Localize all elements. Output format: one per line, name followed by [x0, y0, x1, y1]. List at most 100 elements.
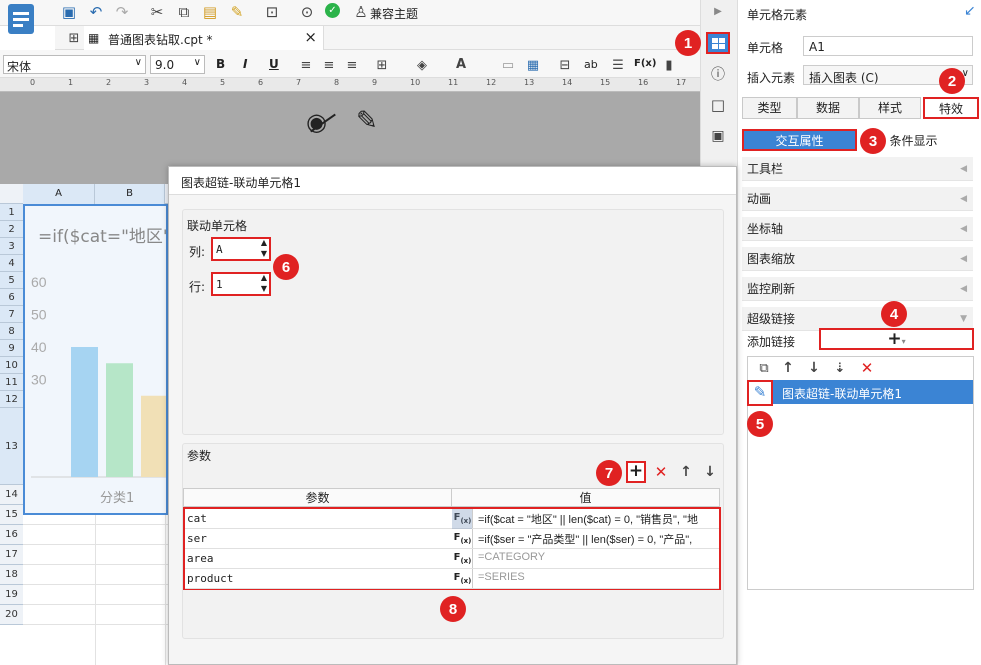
row-number[interactable]: 15 [0, 505, 23, 525]
cell-input[interactable]: A1 [803, 36, 973, 56]
app-logo-icon[interactable] [8, 4, 34, 34]
row-number[interactable]: 11 [0, 374, 23, 391]
wrap-icon[interactable]: ☰ [609, 56, 627, 74]
row-number[interactable]: 16 [0, 525, 23, 545]
param-value[interactable]: =CATEGORY [478, 551, 718, 563]
spinner-up-icon[interactable]: ▲ [261, 238, 267, 247]
param-value[interactable]: =if($cat = "地区" || len($cat) = 0, "销售员",… [478, 511, 718, 527]
preview-icon[interactable]: ⊙ [298, 3, 316, 21]
row-spinner[interactable]: 1 ▲ ▼ [211, 272, 271, 296]
row-number[interactable]: 10 [0, 357, 23, 374]
delete-param-icon[interactable]: ✕ [652, 463, 670, 481]
spinner-up-icon[interactable]: ▲ [261, 273, 267, 282]
redo-icon[interactable]: ↷ [113, 3, 131, 21]
column-spinner[interactable]: A ▲ ▼ [211, 237, 271, 261]
tab-type[interactable]: 类型 [742, 97, 797, 119]
spinner-down-icon[interactable]: ▼ [261, 249, 267, 258]
italic-button[interactable]: I [243, 57, 247, 71]
save-icon[interactable]: ▣ [60, 3, 78, 21]
formula-button[interactable]: F(x) [634, 58, 656, 69]
section-toolbar[interactable]: 工具栏 ◀ [742, 157, 973, 181]
param-value[interactable]: =if($ser = "产品类型" || len($ser) = 0, "产品"… [478, 531, 718, 547]
theme-icon[interactable]: ♙ [352, 3, 370, 21]
param-row[interactable]: product F(x) =SERIES [185, 569, 719, 589]
row-number[interactable]: 7 [0, 306, 23, 323]
underline-button[interactable]: U [269, 57, 279, 71]
check-icon[interactable]: ✓ [325, 3, 340, 18]
formula-icon[interactable]: F(x) [453, 569, 473, 588]
copy-icon[interactable]: ⧉ [175, 3, 193, 21]
row-number[interactable]: 18 [0, 565, 23, 585]
chart-icon[interactable]: ▮ [660, 56, 678, 74]
row-number[interactable]: 3 [0, 238, 23, 255]
row-number[interactable]: 12 [0, 391, 23, 408]
param-row[interactable]: area F(x) =CATEGORY [185, 549, 719, 569]
spinner-down-icon[interactable]: ▼ [261, 284, 267, 293]
row-number[interactable]: 13 [0, 408, 23, 485]
chart-cell[interactable]: =if($cat="地区" 60 50 40 30 分类1 [23, 204, 168, 515]
formula-icon[interactable]: F(x) [453, 549, 473, 568]
format-brush-icon[interactable]: ✎ [228, 3, 246, 21]
param-down-icon[interactable]: ↓ [701, 463, 719, 481]
table-icon[interactable]: ▦ [524, 56, 542, 74]
link-list-item[interactable]: 图表超链-联动单元格1 [748, 380, 973, 404]
cut-icon[interactable]: ✂ [148, 3, 166, 21]
param-row[interactable]: ser F(x) =if($ser = "产品类型" || len($ser) = … [185, 529, 719, 549]
merge-icon[interactable]: ▭ [499, 56, 517, 74]
edit-link-icon[interactable]: ✎ [747, 380, 773, 406]
section-animation[interactable]: 动画 ◀ [742, 187, 973, 211]
row-number[interactable]: 19 [0, 585, 23, 605]
bold-button[interactable]: B [216, 57, 225, 71]
paste-icon[interactable]: ▤ [201, 3, 219, 21]
collapse-arrow-icon[interactable]: ↙ [964, 3, 976, 19]
section-chart-zoom[interactable]: 图表缩放 ◀ [742, 247, 973, 271]
template-icon[interactable]: ⊡ [263, 3, 281, 21]
grid-tab-icon[interactable]: ⊞ [65, 29, 83, 47]
theme-label[interactable]: 兼容主题 [370, 5, 418, 22]
row-number[interactable]: 20 [0, 605, 23, 625]
edit-pencil-icon[interactable]: ✎ [356, 106, 378, 136]
row-number[interactable]: 1 [0, 204, 23, 221]
link-icon[interactable]: ⊟ [556, 56, 574, 74]
chart-bar[interactable] [106, 363, 133, 477]
font-select[interactable]: 宋体 ∨ [3, 55, 146, 74]
border-icon[interactable]: ⊞ [373, 56, 391, 74]
move-up-icon[interactable]: ↑ [779, 359, 797, 377]
subtab-interaction[interactable]: 交互属性 [742, 129, 857, 151]
undo-icon[interactable]: ↶ [87, 3, 105, 21]
add-link-button[interactable]: +▾ [819, 328, 974, 350]
row-number[interactable]: 9 [0, 340, 23, 357]
section-monitor-refresh[interactable]: 监控刷新 ◀ [742, 277, 973, 301]
row-number[interactable]: 14 [0, 485, 23, 505]
add-param-button[interactable]: + [626, 461, 646, 483]
sort-icon[interactable]: ⇣ [831, 359, 849, 377]
close-tab-icon[interactable]: × [304, 28, 317, 46]
tab-data[interactable]: 数据 [797, 97, 859, 119]
chart-bar[interactable] [71, 347, 98, 477]
text-format-button[interactable]: ab [584, 58, 598, 71]
move-down-icon[interactable]: ↓ [805, 359, 823, 377]
tab-effects[interactable]: 特效 [923, 97, 979, 119]
param-up-icon[interactable]: ↑ [677, 463, 695, 481]
section-axis[interactable]: 坐标轴 ◀ [742, 217, 973, 241]
widget-panel-icon[interactable]: ▣ [709, 127, 727, 145]
column-header-a[interactable]: A [23, 184, 95, 204]
copy-link-icon[interactable]: ⧉ [755, 359, 773, 377]
font-color-icon[interactable]: A [452, 55, 470, 73]
formula-icon[interactable]: F(x) [453, 529, 473, 548]
font-size-select[interactable]: 9.0 ∨ [150, 55, 205, 74]
row-number[interactable]: 4 [0, 255, 23, 272]
fill-color-icon[interactable]: ◈ [413, 56, 431, 74]
align-right-icon[interactable]: ≡ [343, 56, 361, 74]
tab-style[interactable]: 样式 [859, 97, 921, 119]
column-header-b[interactable]: B [95, 184, 165, 204]
row-number[interactable]: 5 [0, 272, 23, 289]
file-tab[interactable]: ▦ 普通图表钻取.cpt * × [84, 26, 324, 50]
row-number[interactable]: 8 [0, 323, 23, 340]
cell-element-panel-icon[interactable] [706, 32, 730, 54]
param-value[interactable]: =SERIES [478, 571, 718, 583]
chart-bar[interactable] [141, 395, 168, 477]
row-number[interactable]: 17 [0, 545, 23, 565]
delete-link-icon[interactable]: ✕ [858, 359, 876, 377]
row-number[interactable]: 6 [0, 289, 23, 306]
